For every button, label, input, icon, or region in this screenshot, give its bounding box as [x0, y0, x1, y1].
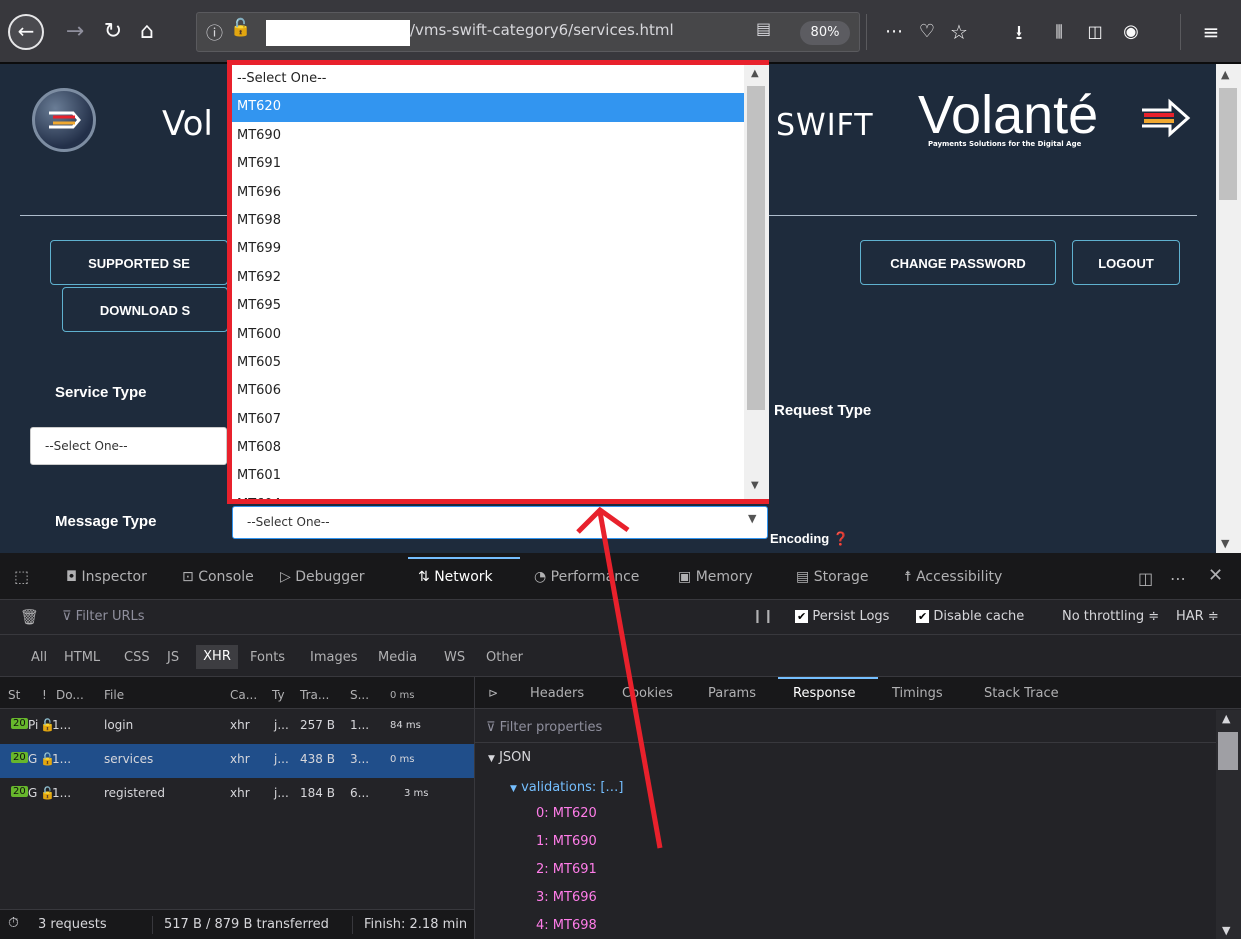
annotation-arrow — [576, 506, 663, 849]
annotation-arrow-shaft — [597, 511, 663, 849]
